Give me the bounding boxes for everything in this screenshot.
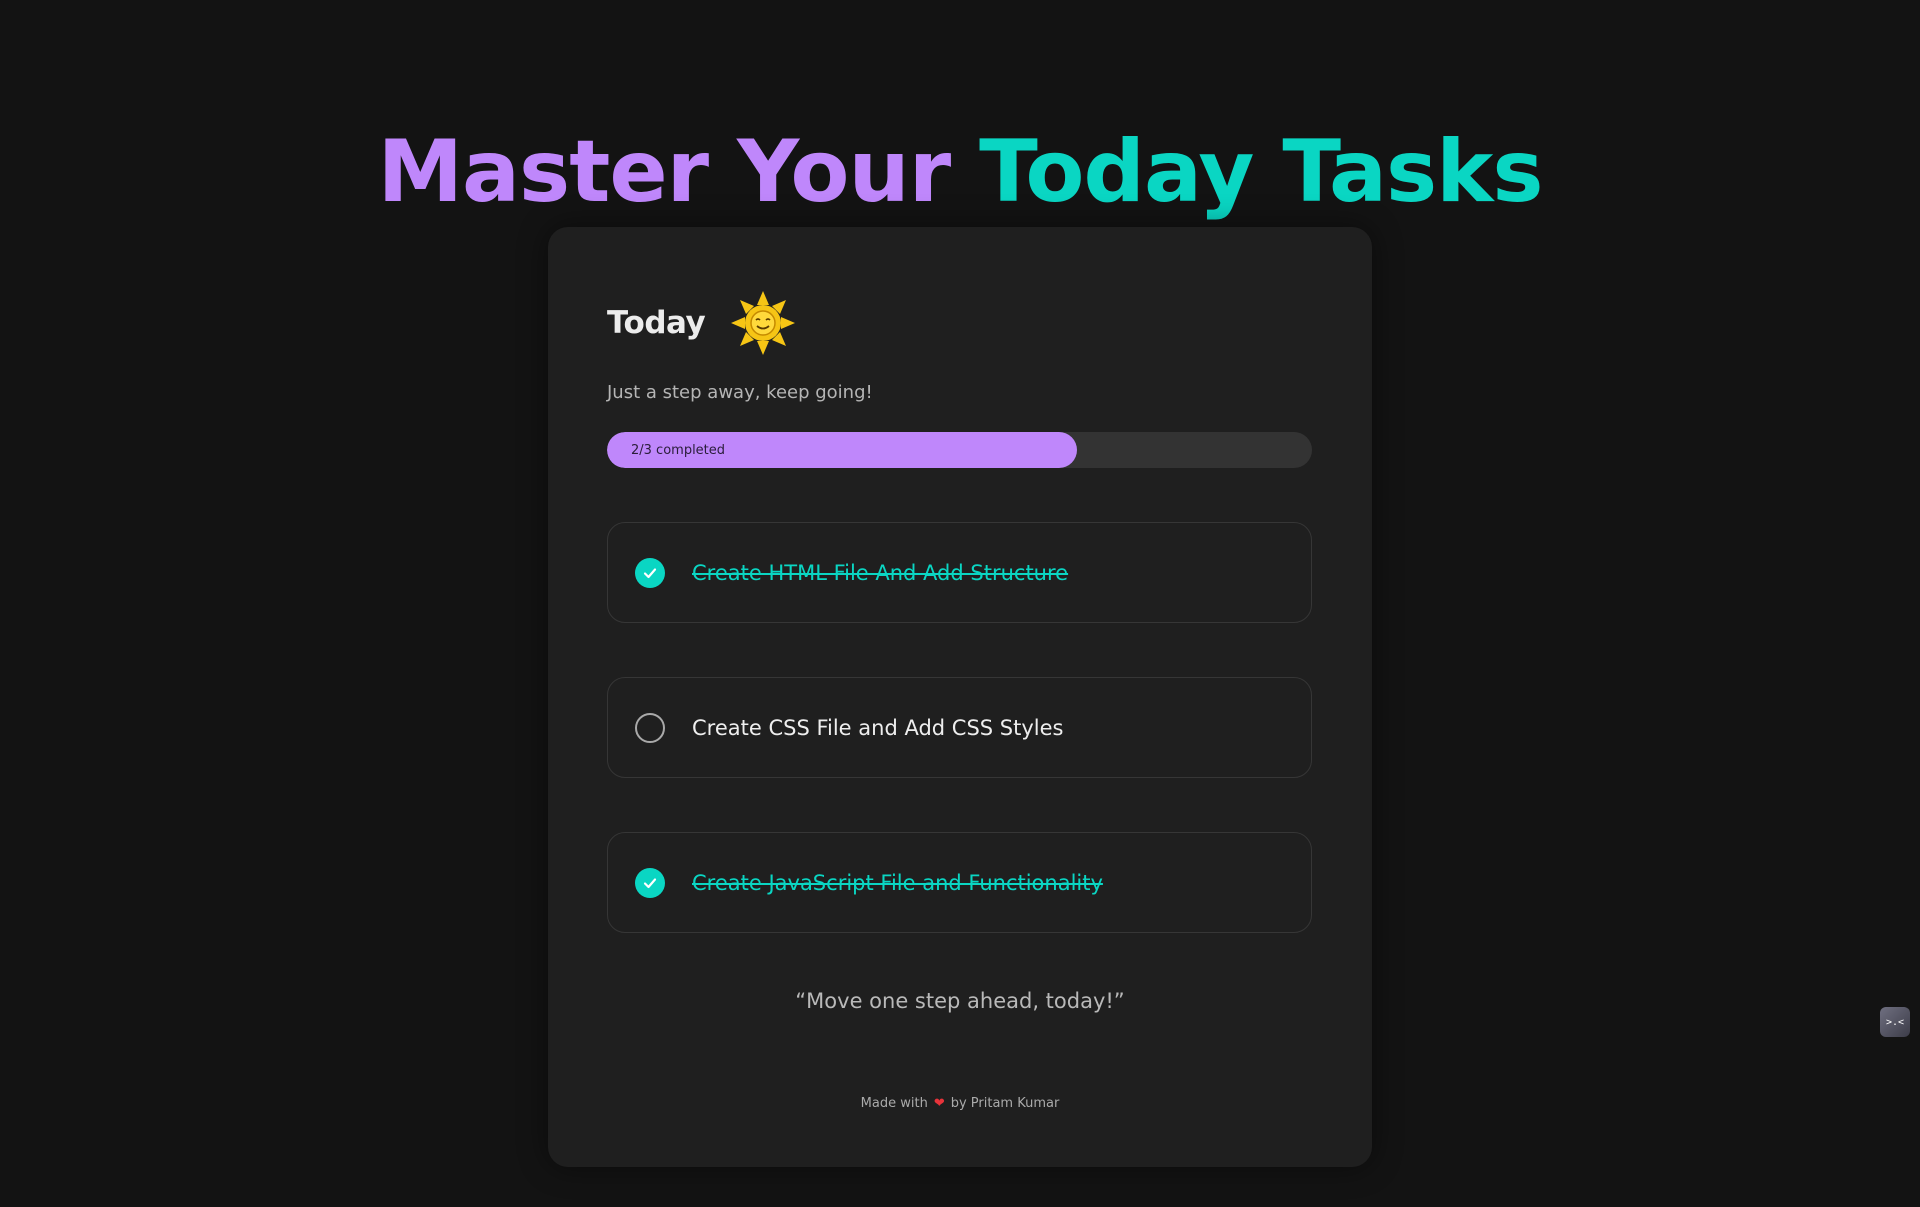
footer-prefix: Made with <box>860 1096 928 1111</box>
task-label: Create CSS File and Add CSS Styles <box>692 715 1064 740</box>
widget-glyph: >.< <box>1885 1016 1905 1028</box>
task-item[interactable]: Create HTML File And Add Structure <box>607 522 1312 623</box>
task-checkbox[interactable] <box>635 557 665 588</box>
progress-fill: 2/3 completed <box>607 432 1077 468</box>
page-title: Master Your Today Tasks <box>0 116 1920 228</box>
task-item[interactable]: Create JavaScript File and Functionality <box>607 832 1312 933</box>
motivational-quote: “Move one step ahead, today!” <box>795 989 1125 1013</box>
sleepy-face-widget-icon[interactable]: >.< <box>1880 1007 1910 1037</box>
today-title: Today <box>607 305 706 341</box>
task-label: Create JavaScript File and Functionality <box>692 870 1103 895</box>
todo-card: Today Just a step away, keep going! 2/3 … <box>548 227 1372 1167</box>
sun-emoji-icon <box>731 291 796 355</box>
task-label: Create HTML File And Add Structure <box>692 560 1069 585</box>
title-part-master-your: Master Your <box>377 121 951 222</box>
footer-credit: Made with ❤ by Pritam Kumar <box>548 1096 1372 1111</box>
today-header: Today <box>607 289 797 357</box>
title-part-today-tasks: Today Tasks <box>979 121 1543 222</box>
motivation-subtitle: Just a step away, keep going! <box>607 382 873 403</box>
progress-label: 2/3 completed <box>631 442 726 458</box>
footer-author: by Pritam Kumar <box>950 1096 1060 1111</box>
heart-icon: ❤ <box>933 1096 945 1111</box>
progress-bar: 2/3 completed <box>607 432 1312 468</box>
checkmark-icon <box>643 567 657 578</box>
task-item[interactable]: Create CSS File and Add CSS Styles <box>607 677 1312 778</box>
checkmark-icon <box>643 877 657 888</box>
task-checkbox[interactable] <box>635 867 665 898</box>
task-checkbox[interactable] <box>635 712 665 743</box>
